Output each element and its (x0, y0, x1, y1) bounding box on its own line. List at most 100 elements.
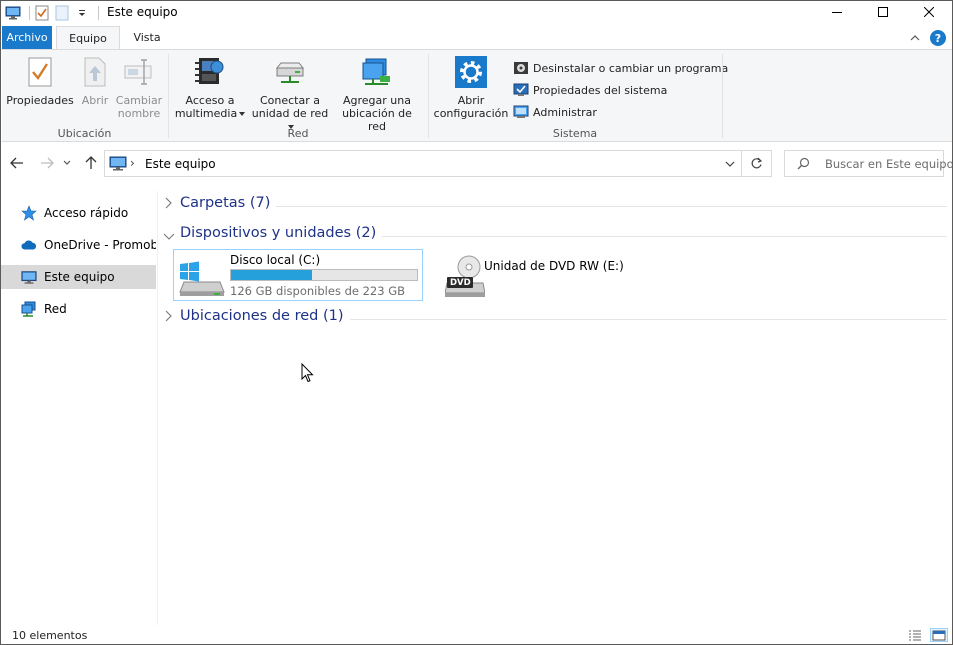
computer-icon (21, 269, 37, 285)
nav-item-label: Acceso rápido (44, 206, 129, 220)
recent-locations-button[interactable] (61, 153, 73, 173)
group-location: Propiedades Abrir Cambiar nombre Ubicaci… (2, 50, 167, 142)
properties-check-icon[interactable] (34, 5, 50, 21)
close-button[interactable] (906, 1, 952, 23)
uninstall-icon (513, 60, 529, 76)
chevron-right-icon (165, 197, 172, 212)
navigation-bar: › Este equipo Buscar en Este equipo (1, 147, 952, 179)
refresh-icon (751, 157, 763, 169)
drive-tile-dvd[interactable]: DVD Unidad de DVD RW (E:) (433, 249, 683, 301)
system-properties-button[interactable]: Propiedades del sistema (513, 79, 728, 101)
group-header-title: Dispositivos y unidades (2) (180, 225, 383, 241)
breadcrumb-chevron-icon[interactable]: › (130, 156, 135, 170)
map-label-line2: unidad de red (251, 107, 329, 120)
system-properties-icon (513, 82, 529, 98)
settings-label-line1: Abrir (457, 94, 485, 107)
back-arrow-icon (10, 157, 23, 169)
back-button[interactable] (7, 153, 27, 173)
map-network-drive-button[interactable]: Conectar a unidad de red (250, 54, 330, 133)
dropdown-arrow-icon (239, 112, 246, 116)
group-header-network-locations[interactable]: Ubicaciones de red (1) (161, 306, 947, 328)
tab-computer[interactable]: Equipo (56, 26, 120, 51)
media-access-button[interactable]: Acceso a multimedia (174, 54, 246, 120)
chevron-down-icon (725, 161, 735, 167)
media-label-line1: Acceso a (185, 94, 235, 107)
item-count: 10 elementos (12, 629, 88, 642)
tab-file[interactable]: Archivo (2, 26, 52, 50)
collapse-ribbon-icon[interactable] (910, 35, 920, 41)
dvd-drive-icon: DVD (444, 255, 486, 299)
computer-icon[interactable] (5, 5, 21, 21)
dvd-badge: DVD (450, 278, 471, 288)
forward-button[interactable] (37, 153, 57, 173)
system-properties-label: Propiedades del sistema (533, 83, 668, 97)
rename-icon (122, 54, 156, 90)
tab-view[interactable]: Vista (122, 26, 172, 50)
open-label: Abrir (81, 94, 109, 107)
maximize-button[interactable] (860, 1, 906, 23)
rename-label-line2: nombre (117, 107, 161, 120)
media-icon (193, 54, 227, 90)
help-icon[interactable]: ? (930, 30, 946, 46)
uninstall-program-button[interactable]: Desinstalar o cambiar un programa (513, 57, 728, 79)
minimize-button[interactable] (814, 1, 860, 23)
customize-qat-icon[interactable] (74, 5, 90, 21)
network-drive-icon (273, 54, 307, 90)
qat-separator (98, 6, 99, 20)
search-input[interactable]: Buscar en Este equipo (784, 150, 952, 177)
search-placeholder: Buscar en Este equipo (825, 157, 953, 171)
chevron-right-icon (165, 310, 172, 325)
view-switcher (900, 628, 948, 642)
group-header-title: Ubicaciones de red (1) (180, 308, 350, 324)
windows-drive-icon (178, 258, 226, 298)
rename-button[interactable]: Cambiar nombre (114, 54, 164, 120)
map-label-line1: Conectar a (259, 94, 320, 107)
nav-item-quick-access[interactable]: Acceso rápido (1, 201, 156, 225)
nav-item-this-pc[interactable]: Este equipo (1, 265, 156, 289)
refresh-button[interactable] (742, 150, 772, 177)
properties-button[interactable]: Propiedades (6, 54, 74, 107)
manage-button[interactable]: Administrar (513, 101, 728, 123)
open-button[interactable]: Abrir (76, 54, 114, 107)
star-icon (21, 205, 37, 221)
group-header-devices[interactable]: Dispositivos y unidades (2) (161, 223, 947, 245)
open-settings-button[interactable]: Abrir configuración (432, 54, 510, 120)
new-folder-icon[interactable] (54, 5, 70, 21)
group-network-label: Red (287, 127, 309, 140)
tiles-view-button[interactable] (930, 628, 948, 642)
properties-label: Propiedades (6, 94, 74, 107)
search-icon (797, 157, 810, 173)
address-bar[interactable]: › Este equipo (104, 150, 742, 177)
address-dropdown-button[interactable] (725, 157, 735, 171)
add-network-location-button[interactable]: Agregar una ubicación de red (332, 54, 422, 133)
navigation-pane-divider[interactable] (157, 191, 158, 625)
content-area: Carpetas (7) Dispositivos y unidades (2) (161, 191, 951, 621)
settings-gear-icon (454, 54, 488, 90)
up-button[interactable] (81, 153, 101, 173)
ribbon-tabs: Archivo Equipo Vista ? (1, 26, 952, 51)
nav-item-onedrive[interactable]: OneDrive - Promob S (1, 233, 156, 257)
group-separator (168, 54, 169, 138)
maximize-icon (878, 7, 888, 17)
forward-arrow-icon (41, 157, 54, 169)
group-separator (428, 54, 429, 138)
nav-item-label: OneDrive - Promob S (44, 238, 156, 252)
drive-tile-c[interactable]: Disco local (C:) 126 GB disponibles de 2… (173, 249, 423, 301)
group-system-label: Sistema (552, 127, 598, 140)
chevron-down-icon (163, 229, 175, 243)
open-icon (78, 54, 112, 90)
nav-item-network[interactable]: Red (1, 297, 156, 321)
window-controls (814, 1, 952, 25)
details-view-button[interactable] (906, 628, 924, 642)
uninstall-label: Desinstalar o cambiar un programa (533, 61, 729, 75)
breadcrumb-este-equipo[interactable]: Este equipo (145, 157, 216, 171)
navigation-pane: Acceso rápido OneDrive - Promob S Este e… (1, 191, 156, 621)
drive-name: Disco local (C:) (230, 253, 321, 267)
mouse-cursor-icon (301, 362, 314, 386)
network-icon (21, 301, 37, 317)
drive-name: Unidad de DVD RW (E:) (484, 259, 624, 273)
properties-icon (23, 54, 57, 90)
group-header-folders[interactable]: Carpetas (7) (161, 193, 947, 215)
quick-access-toolbar (5, 4, 103, 22)
nav-item-label: Red (44, 302, 67, 316)
